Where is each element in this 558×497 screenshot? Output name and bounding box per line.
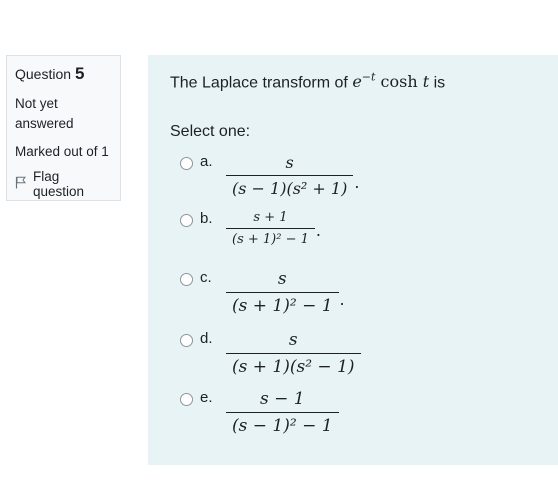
option-letter: d. — [200, 330, 213, 347]
question-math: e−t cosh t — [352, 71, 429, 92]
trailing-period: . — [354, 173, 360, 192]
numerator: s — [288, 330, 298, 350]
denominator: (s + 1)² − 1 — [226, 228, 315, 247]
question-number: Question 5 — [15, 64, 112, 84]
option-a[interactable]: a. s (s − 1)(s² + 1) . — [180, 153, 359, 198]
question-grade: Marked out of 1 — [15, 144, 109, 159]
question-info-panel: Question 5 Not yet answered Marked out o… — [6, 55, 121, 201]
option-c[interactable]: c. s (s + 1)² − 1 . — [180, 269, 345, 316]
option-letter: e. — [200, 389, 213, 406]
denominator: (s + 1)(s² − 1) — [226, 353, 361, 377]
option-b[interactable]: b. s + 1 (s + 1)² − 1 . — [180, 210, 321, 247]
denominator: (s − 1)(s² + 1) — [226, 175, 354, 198]
numerator: s — [277, 269, 287, 289]
flag-question-label: Flag question — [33, 169, 85, 199]
question-label: Question — [15, 66, 72, 82]
denominator: (s − 1)² − 1 — [226, 412, 339, 436]
option-b-radio[interactable] — [180, 214, 193, 227]
exp-power: −t — [361, 71, 376, 84]
option-letter: b. — [200, 210, 213, 227]
option-b-fraction: s + 1 (s + 1)² − 1 — [226, 210, 315, 247]
func-name: cosh — [380, 72, 418, 92]
option-letter: c. — [200, 269, 212, 286]
option-d[interactable]: d. s (s + 1)(s² − 1) — [180, 330, 362, 377]
flag-icon — [15, 176, 27, 192]
option-c-radio[interactable] — [180, 273, 193, 286]
question-content-panel: The Laplace transform of e−t cosh t is S… — [148, 55, 558, 465]
question-number-value: 5 — [74, 64, 85, 83]
option-e-radio[interactable] — [180, 393, 193, 406]
option-e[interactable]: e. s − 1 (s − 1)² − 1 — [180, 389, 340, 436]
select-prompt: Select one: — [170, 123, 251, 140]
exp-base: e — [352, 72, 362, 92]
question-state: Not yet answered — [15, 96, 74, 131]
option-a-fraction: s (s − 1)(s² + 1) — [226, 153, 354, 198]
numerator: s − 1 — [259, 389, 305, 409]
option-d-radio[interactable] — [180, 334, 193, 347]
question-text: The Laplace transform of e−t cosh t is — [170, 71, 445, 92]
trailing-period: . — [315, 221, 321, 240]
question-suffix: is — [429, 74, 446, 92]
numerator: s — [285, 153, 294, 172]
option-e-fraction: s − 1 (s − 1)² − 1 — [226, 389, 339, 436]
trailing-period: . — [339, 290, 345, 309]
option-c-fraction: s (s + 1)² − 1 — [226, 269, 339, 316]
question-intro: The Laplace transform of — [170, 74, 353, 92]
option-letter: a. — [200, 153, 213, 170]
option-a-radio[interactable] — [180, 157, 193, 170]
option-d-fraction: s (s + 1)(s² − 1) — [226, 330, 361, 377]
flag-question-button[interactable]: Flag question — [15, 169, 112, 199]
denominator: (s + 1)² − 1 — [226, 292, 339, 316]
numerator: s + 1 — [253, 210, 288, 225]
